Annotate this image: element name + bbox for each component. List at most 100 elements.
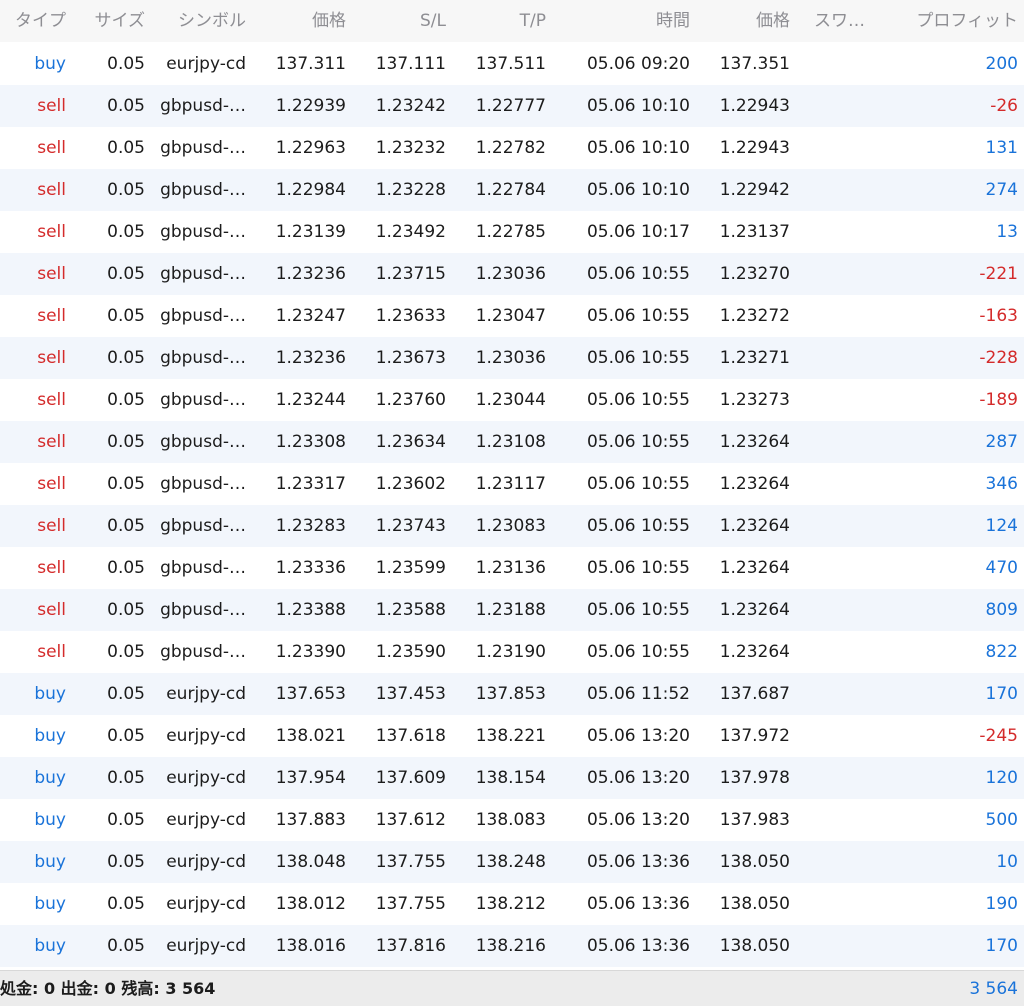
header-tp[interactable]: T/P <box>450 0 546 42</box>
open-price-cell: 138.016 <box>275 936 346 956</box>
position-row[interactable]: sell 0.05 gbpusd-… 1.23283 1.23743 1.23083 05.… <box>0 505 1024 547</box>
position-row[interactable]: sell 0.05 gbpusd-… 1.23388 1.23588 1.23188 05.… <box>0 589 1024 631</box>
size-cell: 0.05 <box>107 306 145 326</box>
size-cell: 0.05 <box>107 96 145 116</box>
tp-cell: 138.216 <box>475 936 546 956</box>
sl-cell: 1.23232 <box>375 138 446 158</box>
profit-cell: 274 <box>985 180 1018 200</box>
header-current-price[interactable]: 価格 <box>694 0 790 42</box>
position-row[interactable]: sell 0.05 gbpusd-… 1.23308 1.23634 1.23108 05.… <box>0 421 1024 463</box>
open-price-cell: 137.954 <box>275 768 346 788</box>
position-row[interactable]: sell 0.05 gbpusd-… 1.22963 1.23232 1.22782 05.… <box>0 127 1024 169</box>
current-price-cell: 1.23271 <box>719 348 790 368</box>
sl-cell: 1.23633 <box>375 306 446 326</box>
position-row[interactable]: sell 0.05 gbpusd-… 1.23244 1.23760 1.23044 05.… <box>0 379 1024 421</box>
header-size[interactable]: サイズ <box>70 0 146 42</box>
open-price-cell: 1.23317 <box>275 474 346 494</box>
time-cell: 05.06 10:55 <box>586 474 690 494</box>
time-cell: 05.06 10:10 <box>586 138 690 158</box>
open-price-cell: 1.23283 <box>275 516 346 536</box>
header-time[interactable]: 時間 <box>550 0 690 42</box>
open-price-cell: 1.23244 <box>275 390 346 410</box>
position-row[interactable]: buy 0.05 eurjpy-cd 137.883 137.612 138.083 05.… <box>0 799 1024 841</box>
header-swap[interactable]: スワ… <box>814 0 870 42</box>
header-sl[interactable]: S/L <box>350 0 446 42</box>
tp-cell: 1.23044 <box>475 390 546 410</box>
tp-cell: 1.23190 <box>475 642 546 662</box>
type-cell: sell <box>37 306 66 326</box>
tp-cell: 1.22782 <box>475 138 546 158</box>
position-row[interactable]: sell 0.05 gbpusd-… 1.23317 1.23602 1.23117 05.… <box>0 463 1024 505</box>
profit-cell: 190 <box>985 894 1018 914</box>
size-cell: 0.05 <box>107 54 145 74</box>
sl-cell: 137.618 <box>375 726 446 746</box>
type-cell: sell <box>37 474 66 494</box>
time-cell: 05.06 10:55 <box>586 390 690 410</box>
current-price-cell: 1.23137 <box>719 222 790 242</box>
position-row[interactable]: buy 0.05 eurjpy-cd 137.954 137.609 138.154 05.… <box>0 757 1024 799</box>
tp-cell: 1.22785 <box>475 222 546 242</box>
type-cell: sell <box>37 642 66 662</box>
position-row[interactable]: sell 0.05 gbpusd-… 1.23247 1.23633 1.23047 05.… <box>0 295 1024 337</box>
current-price-cell: 137.351 <box>719 54 790 74</box>
position-row[interactable]: sell 0.05 gbpusd-… 1.23336 1.23599 1.23136 05.… <box>0 547 1024 589</box>
type-cell: buy <box>34 936 66 956</box>
position-row[interactable]: sell 0.05 gbpusd-… 1.23236 1.23715 1.23036 05.… <box>0 253 1024 295</box>
time-cell: 05.06 11:52 <box>586 684 690 704</box>
sl-cell: 1.23228 <box>375 180 446 200</box>
tp-cell: 138.154 <box>475 768 546 788</box>
position-row[interactable]: buy 0.05 eurjpy-cd 138.021 137.618 138.221 05.… <box>0 715 1024 757</box>
position-row[interactable]: buy 0.05 eurjpy-cd 138.048 137.755 138.248 05.… <box>0 841 1024 883</box>
position-row[interactable]: buy 0.05 eurjpy-cd 138.016 137.816 138.216 05.… <box>0 925 1024 967</box>
header-type[interactable]: タイプ <box>0 0 66 42</box>
profit-cell: 131 <box>985 138 1018 158</box>
open-price-cell: 1.23236 <box>275 348 346 368</box>
sl-cell: 1.23590 <box>375 642 446 662</box>
position-row[interactable]: sell 0.05 gbpusd-… 1.22984 1.23228 1.22784 05.… <box>0 169 1024 211</box>
open-price-cell: 1.23139 <box>275 222 346 242</box>
position-row[interactable]: buy 0.05 eurjpy-cd 137.653 137.453 137.853 05.… <box>0 673 1024 715</box>
size-cell: 0.05 <box>107 474 145 494</box>
size-cell: 0.05 <box>107 222 145 242</box>
current-price-cell: 1.23264 <box>719 516 790 536</box>
sl-cell: 1.23588 <box>375 600 446 620</box>
tp-cell: 1.23117 <box>475 474 546 494</box>
size-cell: 0.05 <box>107 600 145 620</box>
type-cell: sell <box>37 558 66 578</box>
time-cell: 05.06 10:55 <box>586 600 690 620</box>
current-price-cell: 1.23264 <box>719 600 790 620</box>
table-header: タイプ サイズ シンボル 価格 S/L T/P 時間 価格 スワ… プロフィット <box>0 0 1024 42</box>
position-row[interactable]: sell 0.05 gbpusd-… 1.23236 1.23673 1.23036 05.… <box>0 337 1024 379</box>
position-row[interactable]: buy 0.05 eurjpy-cd 137.311 137.111 137.511 05.… <box>0 43 1024 85</box>
position-row[interactable]: sell 0.05 gbpusd-… 1.23390 1.23590 1.23190 05.… <box>0 631 1024 673</box>
total-profit: 3 564 <box>969 979 1018 999</box>
size-cell: 0.05 <box>107 558 145 578</box>
type-cell: buy <box>34 852 66 872</box>
tp-cell: 1.23136 <box>475 558 546 578</box>
position-row[interactable]: sell 0.05 gbpusd-… 1.23139 1.23492 1.22785 05.… <box>0 211 1024 253</box>
position-row[interactable]: sell 0.05 gbpusd-… 1.22939 1.23242 1.22777 05.… <box>0 85 1024 127</box>
sl-cell: 137.609 <box>375 768 446 788</box>
position-row[interactable]: buy 0.05 eurjpy-cd 138.012 137.755 138.212 05.… <box>0 883 1024 925</box>
current-price-cell: 137.972 <box>719 726 790 746</box>
header-profit[interactable]: プロフィット <box>880 0 1018 42</box>
sl-cell: 137.755 <box>375 894 446 914</box>
time-cell: 05.06 10:55 <box>586 432 690 452</box>
size-cell: 0.05 <box>107 348 145 368</box>
time-cell: 05.06 10:10 <box>586 180 690 200</box>
profit-cell: 13 <box>996 222 1018 242</box>
open-price-cell: 137.311 <box>275 54 346 74</box>
header-symbol[interactable]: シンボル <box>150 0 246 42</box>
profit-cell: -228 <box>979 348 1018 368</box>
type-cell: buy <box>34 768 66 788</box>
profit-cell: 120 <box>985 768 1018 788</box>
profit-cell: 170 <box>985 936 1018 956</box>
header-price[interactable]: 価格 <box>250 0 346 42</box>
time-cell: 05.06 10:55 <box>586 348 690 368</box>
open-price-cell: 1.23388 <box>275 600 346 620</box>
open-price-cell: 1.22939 <box>275 96 346 116</box>
type-cell: buy <box>34 810 66 830</box>
time-cell: 05.06 09:20 <box>586 54 690 74</box>
type-cell: buy <box>34 726 66 746</box>
type-cell: sell <box>37 516 66 536</box>
